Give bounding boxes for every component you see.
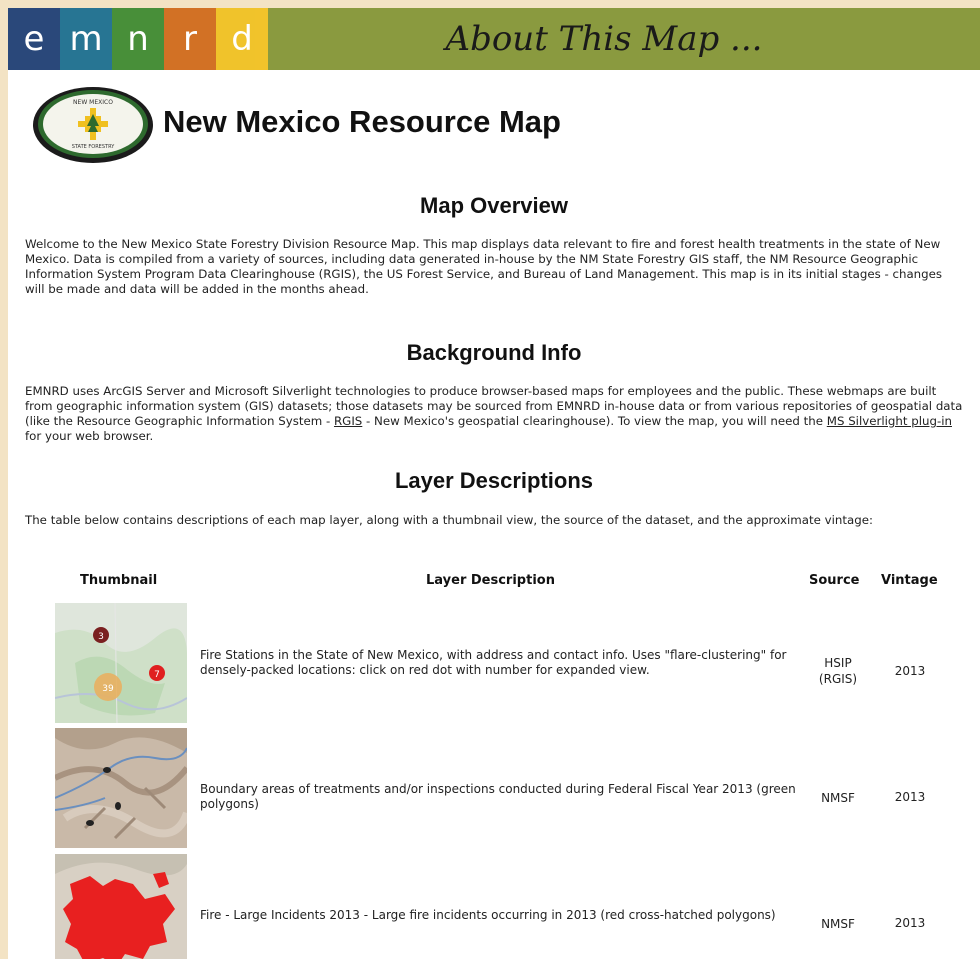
column-header-source: Source — [809, 573, 860, 588]
column-header-thumbnail: Thumbnail — [80, 573, 158, 588]
rgis-link[interactable]: RGIS — [334, 414, 362, 428]
table-row: 3 7 39 Fire Stations in the State of New… — [8, 603, 980, 725]
layer-description: Fire - Large Incidents 2013 - Large fire… — [200, 908, 776, 922]
layer-source-line1: HSIP — [824, 656, 852, 670]
logo-text-top: NEW MEXICO — [73, 99, 113, 106]
banner-tile-m: m — [60, 8, 112, 70]
column-header-vintage: Vintage — [881, 573, 938, 588]
page-title: New Mexico Resource Map — [163, 104, 561, 139]
thumb-cluster-label-3: 39 — [102, 684, 114, 694]
column-header-description: Layer Description — [426, 573, 555, 588]
background-text-2: - New Mexico's geospatial clearinghouse)… — [362, 414, 827, 428]
table-row: Fire - Large Incidents 2013 - Large fire… — [8, 854, 980, 959]
thumb-cluster-label-1: 3 — [98, 632, 104, 642]
layer-description: Boundary areas of treatments and/or insp… — [200, 782, 796, 811]
page-frame: e m n r d About This Map ... NEW MEXICO … — [8, 8, 980, 959]
layer-source-line1: NMSF — [821, 791, 855, 805]
layer-vintage: 2013 — [894, 916, 926, 930]
silverlight-plugin-link[interactable]: MS Silverlight plug-in — [827, 414, 952, 428]
site-banner: e m n r d About This Map ... — [8, 8, 980, 70]
banner-tile-n: n — [112, 8, 164, 70]
background-heading: Background Info — [406, 340, 582, 365]
overview-paragraph: Welcome to the New Mexico State Forestry… — [25, 237, 943, 296]
background-paragraph: EMNRD uses ArcGIS Server and Microsoft S… — [25, 384, 965, 444]
banner-title: About This Map ... — [268, 8, 980, 70]
layer-source-line1: NMSF — [821, 917, 855, 931]
layers-intro: The table below contains descriptions of… — [25, 513, 873, 527]
treatments-thumbnail — [55, 728, 187, 848]
background-text-3: for your web browser. — [25, 429, 154, 443]
layers-heading: Layer Descriptions — [394, 468, 594, 493]
layer-vintage: 2013 — [894, 790, 926, 804]
table-row: Boundary areas of treatments and/or insp… — [8, 728, 980, 850]
nm-state-forestry-seal-icon: NEW MEXICO STATE FORESTRY — [33, 87, 153, 163]
banner-tile-r: r — [164, 8, 216, 70]
layer-source-line2: (RGIS) — [818, 672, 858, 686]
banner-tile-d: d — [216, 8, 268, 70]
layer-description: Fire Stations in the State of New Mexico… — [200, 648, 787, 677]
thumb-cluster-label-2: 7 — [154, 670, 160, 680]
logo-text-bottom: STATE FORESTRY — [72, 144, 116, 150]
layer-source: HSIP (RGIS) — [803, 655, 873, 687]
fire-stations-thumbnail: 3 7 39 — [55, 603, 187, 723]
fire-incidents-thumbnail — [55, 854, 187, 959]
layer-vintage: 2013 — [894, 664, 926, 678]
layer-source: NMSF — [803, 790, 873, 806]
layer-source: NMSF — [803, 916, 873, 932]
banner-tile-e: e — [8, 8, 60, 70]
overview-heading: Map Overview — [420, 193, 568, 218]
